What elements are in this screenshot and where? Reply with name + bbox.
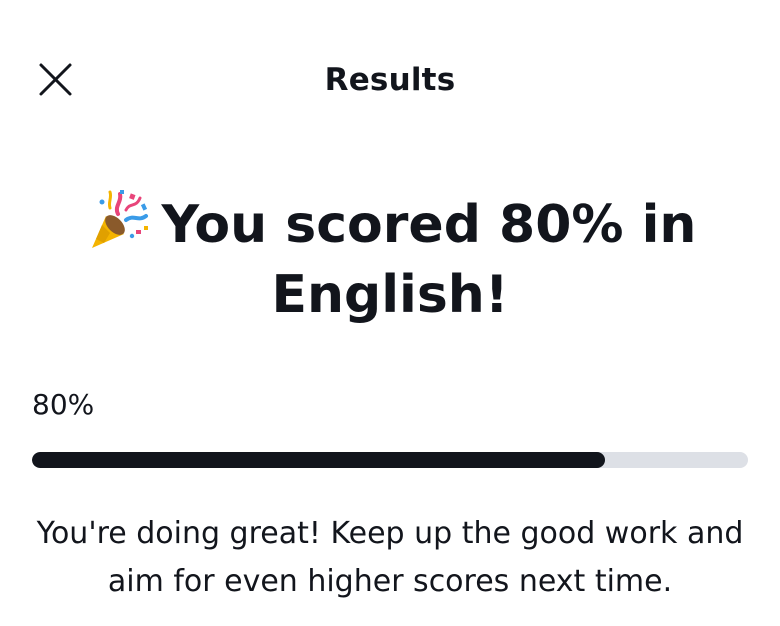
score-headline: You scored 80% in English! (40, 186, 740, 330)
party-popper-icon (84, 186, 154, 256)
results-header: Results (0, 44, 780, 116)
encouragement-message: You're doing great! Keep up the good wor… (36, 516, 744, 599)
score-progress-fill (32, 452, 605, 468)
score-progress-bar (32, 452, 748, 468)
score-headline-text: You scored 80% in English! (161, 195, 697, 325)
page-title: Results (324, 62, 456, 98)
score-percentage-label: 80% (32, 388, 95, 421)
